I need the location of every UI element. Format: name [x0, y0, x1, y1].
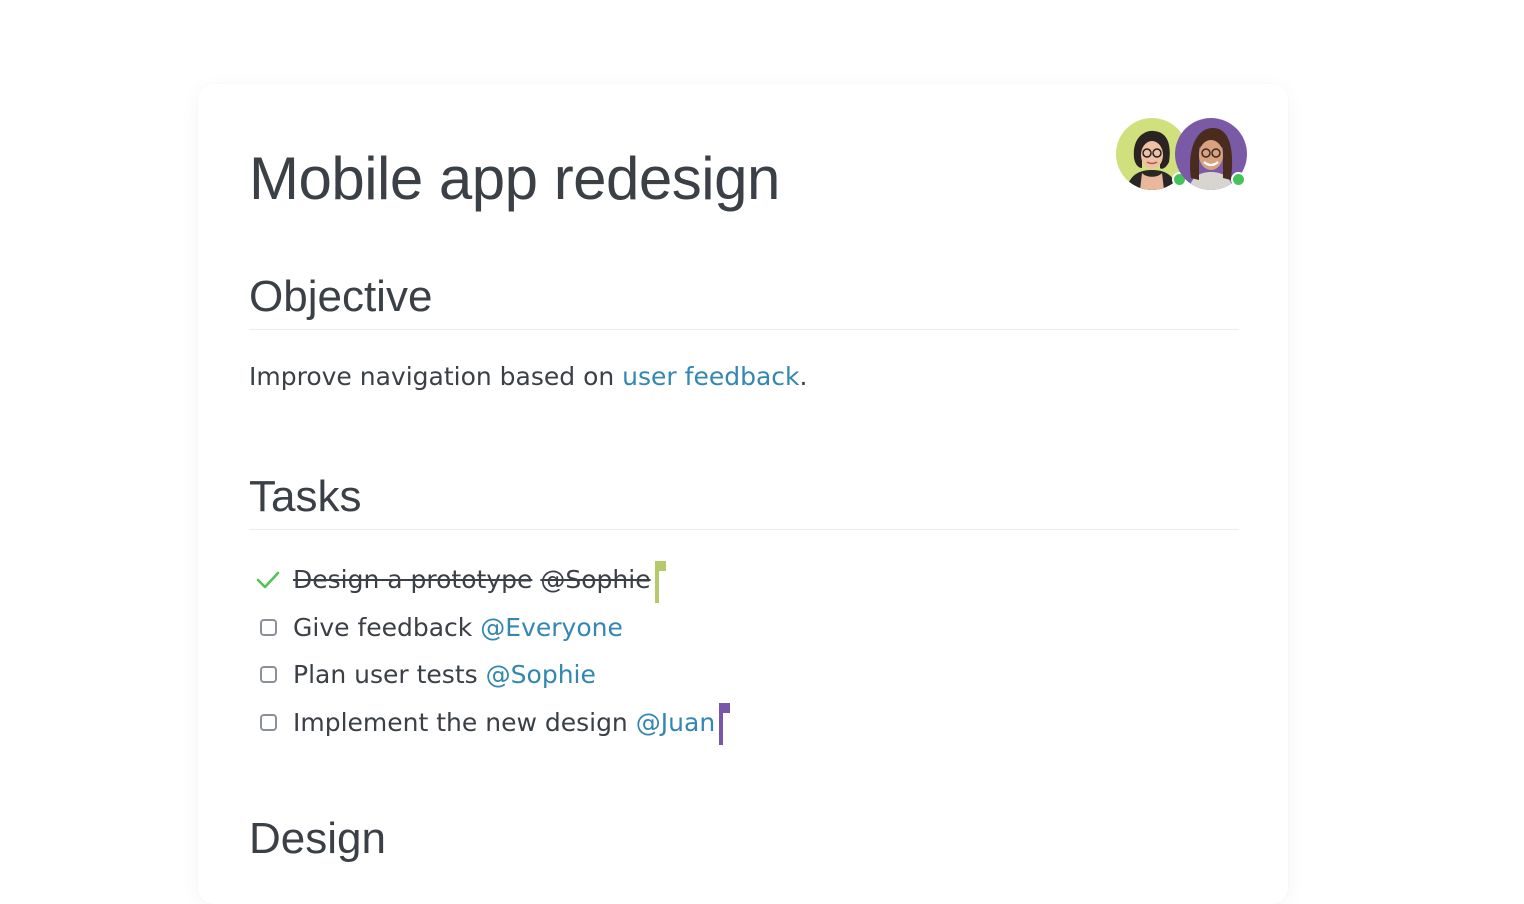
objective-text-end: .	[799, 362, 808, 391]
objective-paragraph[interactable]: Improve navigation based on user feedbac…	[249, 362, 807, 391]
section-heading-design[interactable]: Design	[249, 814, 386, 864]
avatar[interactable]	[1175, 118, 1247, 190]
task-checkbox[interactable]	[254, 613, 282, 641]
checkbox-icon	[259, 666, 277, 684]
collaborator-avatars	[1116, 118, 1252, 194]
mention-juan[interactable]: @Juan	[636, 708, 715, 737]
collaborator-cursor	[654, 560, 666, 603]
task-item: Give feedback @Everyone	[254, 604, 723, 652]
task-item: Design a prototype @Sophie	[254, 556, 723, 604]
section-heading-objective[interactable]: Objective	[249, 272, 432, 322]
checkmark-icon	[256, 571, 280, 589]
mention-everyone[interactable]: @Everyone	[480, 613, 623, 642]
task-title: Implement the new design	[293, 707, 628, 737]
task-title: Give feedback	[293, 612, 473, 642]
cursor-flag-icon	[719, 703, 731, 714]
cursor-flag-icon	[654, 560, 666, 571]
collaborator-cursor	[719, 703, 731, 746]
task-label[interactable]: Plan user tests @Sophie	[293, 660, 596, 689]
section-heading-tasks[interactable]: Tasks	[249, 472, 361, 522]
task-checkbox[interactable]	[254, 661, 282, 689]
checkbox-icon	[259, 713, 277, 731]
task-checkbox-checked[interactable]	[254, 566, 282, 594]
document-card: Mobile app redesign Objective Improve na…	[198, 84, 1288, 904]
task-list: Design a prototype @Sophie Give feedback @…	[254, 556, 731, 747]
mention-sophie[interactable]: @Sophie	[486, 660, 596, 689]
task-label[interactable]: Design a prototype @Sophie	[293, 565, 651, 594]
section-divider	[249, 329, 1239, 330]
task-item: Implement the new design @Juan	[254, 699, 731, 747]
task-title: Plan user tests	[293, 660, 478, 690]
task-label[interactable]: Implement the new design @Juan	[293, 708, 715, 737]
task-checkbox[interactable]	[254, 708, 282, 736]
online-status-indicator	[1231, 172, 1246, 187]
task-item: Plan user tests @Sophie	[254, 651, 723, 699]
user-feedback-link[interactable]: user feedback	[622, 362, 799, 391]
task-title: Design a prototype	[293, 565, 533, 595]
section-divider	[249, 529, 1239, 530]
task-label[interactable]: Give feedback @Everyone	[293, 613, 623, 642]
objective-text: Improve navigation based on	[249, 362, 623, 391]
checkbox-icon	[259, 618, 277, 636]
page-title[interactable]: Mobile app redesign	[249, 144, 780, 213]
mention-sophie[interactable]: @Sophie	[540, 565, 650, 594]
